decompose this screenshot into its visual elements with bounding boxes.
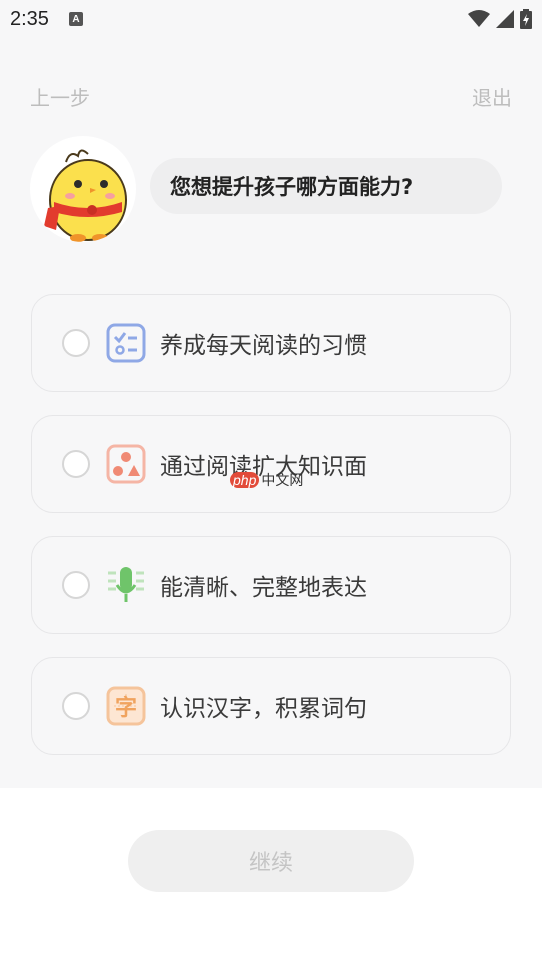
chick-mascot-icon [44,149,127,242]
watermark-brand: php [230,472,260,488]
option-expand-knowledge[interactable]: 通过阅读扩大知识面 [31,415,511,513]
radio-button[interactable] [62,329,90,357]
mascot-avatar [30,136,136,242]
status-bar: 2:35 A [0,0,542,38]
option-label: 能清晰、完整地表达 [160,575,367,601]
battery-icon [520,9,532,29]
option-label: 养成每天阅读的习惯 [160,333,367,359]
status-left: 2:35 A [10,8,83,31]
continue-button[interactable]: 继续 [128,830,414,892]
watermark: php 中文网 [230,470,303,490]
status-time: 2:35 [10,7,49,30]
signal-icon [496,10,514,28]
microphone-icon [106,565,146,605]
wifi-icon [468,10,490,27]
radio-button[interactable] [62,692,90,720]
back-button[interactable]: 上一步 [30,82,90,111]
radio-button[interactable] [62,450,90,478]
watermark-text: 中文网 [261,473,304,489]
option-clear-expression[interactable]: 能清晰、完整地表达 [31,536,511,634]
option-label: 认识汉字，积累词句 [160,696,367,722]
checklist-icon [106,323,146,363]
shapes-icon [106,444,146,484]
bottom-area: 继续 [0,788,542,962]
option-reading-habit[interactable]: 养成每天阅读的习惯 [31,294,511,392]
option-learn-characters[interactable]: 字 认识汉字，积累词句 [31,657,511,755]
status-right [468,9,532,29]
svg-text:字: 字 [115,695,137,721]
keyboard-notification-icon: A [68,12,83,26]
character-icon: 字 [106,686,146,726]
question-bubble: 您想提升孩子哪方面能力? [150,158,502,214]
exit-button[interactable]: 退出 [472,82,512,111]
nav-row: 上一步 退出 [0,80,542,112]
radio-button[interactable] [62,571,90,599]
